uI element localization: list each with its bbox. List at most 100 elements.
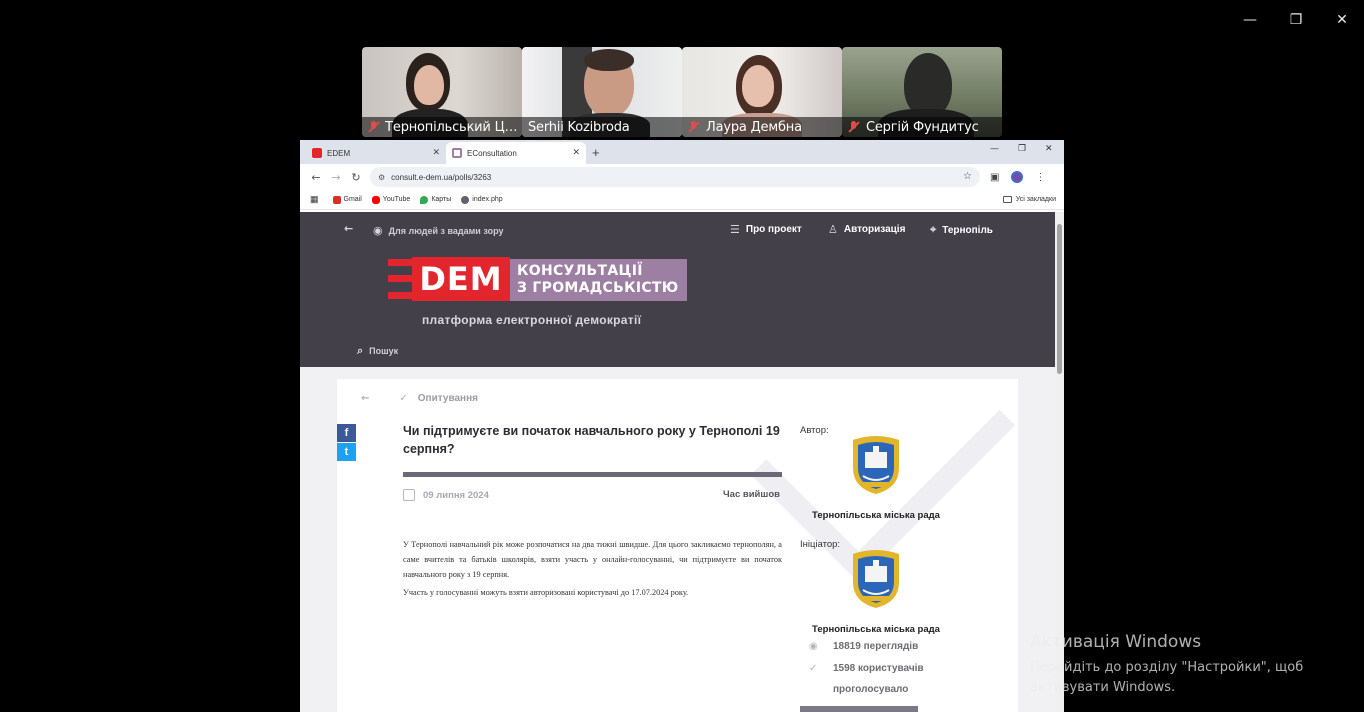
gmail-icon [332,195,341,204]
browser-restore-button[interactable]: ❐ [1018,144,1026,154]
breadcrumb: ← ✓ Опитування [361,393,478,404]
activation-line: активувати Windows. [1030,680,1176,695]
views-count: ◉ 18819 переглядів [809,636,918,657]
eye-icon: ◉ [373,224,383,237]
check-icon: ✓ [399,393,408,404]
menu-kebab-icon[interactable]: ⋮ [1035,172,1045,183]
bookmark-gmail[interactable]: Gmail [332,195,362,204]
globe-icon [461,195,470,204]
bookmarks-bar: ▦ Gmail YouTube Карты index.php Усі закл… [300,190,1064,210]
tab-title: EConsultation [467,148,517,158]
browser-close-button[interactable]: ✕ [1045,144,1053,154]
check-icon: ✓ [809,663,818,674]
site-info-icon[interactable]: ⚙ [378,173,385,182]
muted-mic-icon [848,121,860,133]
participant-strip: Тернопільський Цен... Serhii Kozibroda Л… [362,47,1002,137]
youtube-icon [371,195,380,204]
maps-icon [420,195,429,204]
apps-grid-icon[interactable]: ▦ [310,194,319,205]
bookmark-index[interactable]: index.php [461,195,503,204]
initiator-label: Ініціатор: [800,539,841,550]
city-link[interactable]: ⌖ Тернопіль [930,223,993,237]
tab-bar: EDEM ✕ EConsultation ✕ + — ❐ ✕ [300,140,1064,164]
folder-icon [1002,196,1012,203]
tab-title: EDEM [327,148,351,158]
econsultation-favicon-icon [452,148,462,158]
edem-favicon-icon [312,148,322,158]
windows-activation-notice: Активація Windows Перейдіть до розділу "… [1030,632,1303,698]
eye-icon: ◉ [809,641,818,652]
facebook-share-icon[interactable]: f [337,424,356,442]
url-input[interactable]: ⚙ consult.e-dem.ua/polls/3263 ☆ [370,167,980,187]
about-link[interactable]: ☰ Про проект [730,223,802,236]
results-button[interactable] [800,706,918,712]
author-label: Автор: [800,425,829,436]
site-header: ← ◉ Для людей з вадами зору ☰ Про проект… [300,212,1055,367]
close-tab-icon[interactable]: ✕ [572,147,580,158]
twitter-share-icon[interactable]: t [337,443,356,461]
poll-date: 09 липня 2024 [403,489,489,501]
search-link[interactable]: ⌕ Пошук [357,344,398,358]
participant-tile[interactable]: Тернопільський Цен... [362,47,522,137]
poll-participation-note: Участь у голосуванні можуть взяти автори… [403,588,689,597]
poll-card: ← ✓ Опитування f t Чи підтримуєте ви поч… [337,379,1018,712]
user-icon: ♙ [828,223,838,236]
logo-subtitle[interactable]: КОНСУЛЬТАЦІЇ З ГРОМАДСЬКІСТЮ [510,259,687,301]
location-pin-icon: ⌖ [930,223,937,236]
new-tab-button[interactable]: + [592,145,600,160]
breadcrumb-polls[interactable]: Опитування [418,393,478,404]
participant-tile[interactable]: Лаура Дембна [682,47,842,137]
web-page: ← ◉ Для людей з вадами зору ☰ Про проект… [300,212,1055,712]
participant-tile[interactable]: Сергій Фундитус [842,47,1002,137]
scrollbar-thumb[interactable] [1057,224,1062,374]
participant-name: Сергій Фундитус [866,119,979,135]
browser-minimize-button[interactable]: — [990,144,999,154]
calendar-icon [403,489,415,501]
restore-window-button[interactable]: ❐ [1286,10,1306,30]
muted-mic-icon [688,121,700,133]
platform-tagline: платформа електронної демократії [422,313,642,327]
reload-button[interactable]: ↻ [346,171,366,184]
address-bar: ← → ↻ ⚙ consult.e-dem.ua/polls/3263 ☆ ▣ … [300,164,1064,190]
forward-button[interactable]: → [326,171,346,184]
poll-progress-bar [403,472,782,477]
votes-count: ✓ 1598 користувачів проголосувало [809,658,924,700]
auth-link[interactable]: ♙ Авторизація [828,223,905,236]
back-arrow-icon[interactable]: ← [361,393,369,404]
tab-edem[interactable]: EDEM ✕ [306,142,446,164]
url-text: consult.e-dem.ua/polls/3263 [391,172,492,182]
back-arrow-icon: ← [344,222,354,235]
author-name[interactable]: Тернопільська міська рада [789,510,963,521]
edem-logo[interactable]: DEM [412,257,510,301]
all-bookmarks-button[interactable]: Усі закладки [1002,196,1056,203]
close-tab-icon[interactable]: ✕ [432,147,440,158]
back-button[interactable]: ← [306,171,326,184]
poll-description: У Тернополі навчальний рік може розпочат… [403,540,782,579]
header-back-button[interactable]: ← [344,222,359,235]
muted-mic-icon [368,121,379,133]
bookmark-maps[interactable]: Карты [420,195,451,204]
ternopil-crest-icon [853,436,899,494]
minimize-window-button[interactable]: — [1240,10,1260,30]
participant-name: Тернопільський Цен... [385,119,522,135]
initiator-name[interactable]: Тернопільська міська рада [789,624,963,635]
close-window-button[interactable]: ✕ [1332,10,1352,30]
poll-status: Час вийшов [723,489,780,500]
search-icon: ⌕ [357,344,364,357]
edem-logo-e-icon[interactable] [388,259,412,299]
bookmark-star-icon[interactable]: ☆ [963,171,972,182]
activation-line: Перейдіть до розділу "Настройки", щоб [1030,660,1304,675]
bookmark-youtube[interactable]: YouTube [371,195,410,204]
hamburger-icon: ☰ [730,223,740,236]
browser-window: EDEM ✕ EConsultation ✕ + — ❐ ✕ ← → ↻ ⚙ c… [300,140,1064,712]
screen-capture-icon[interactable]: ▣ [990,172,999,183]
poll-title: Чи підтримуєте ви початок навчального ро… [403,424,780,456]
tab-econsultation[interactable]: EConsultation ✕ [446,142,586,164]
participant-name: Serhii Kozibroda [528,119,630,135]
profile-avatar[interactable] [1011,171,1024,183]
participant-tile-active[interactable]: Serhii Kozibroda [522,47,682,137]
accessibility-link[interactable]: ◉ Для людей з вадами зору [373,224,503,237]
activation-title: Активація Windows [1030,632,1202,652]
ternopil-crest-icon [853,550,899,608]
participant-name: Лаура Дембна [706,119,802,135]
